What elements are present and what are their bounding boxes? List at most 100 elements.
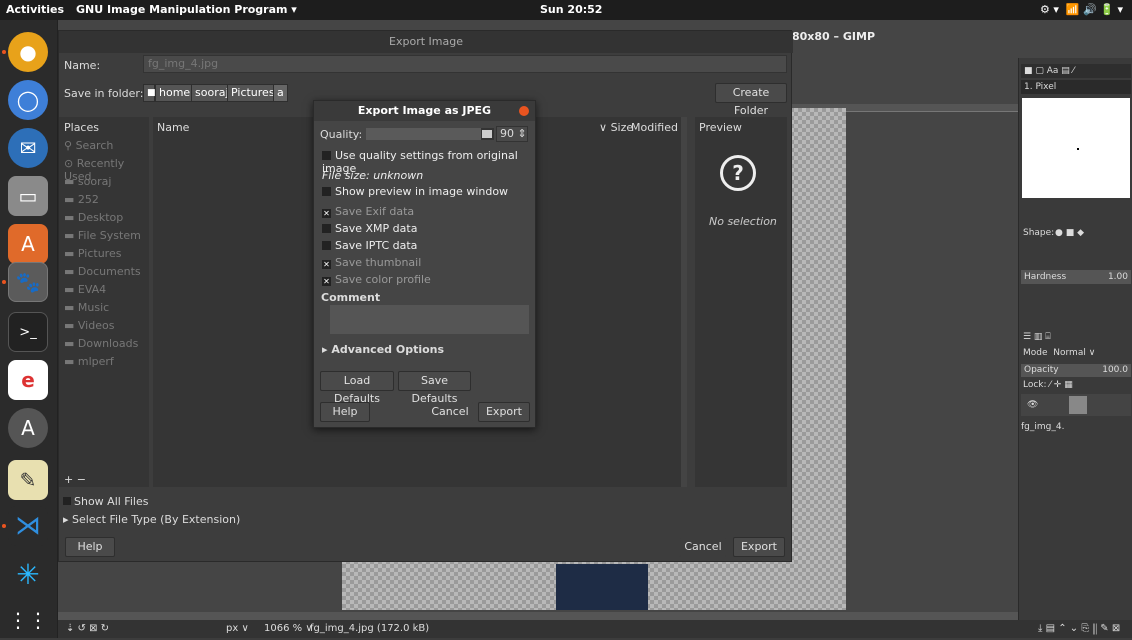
places-search[interactable]: ⚲ Search	[64, 139, 113, 152]
cancel-button[interactable]: Cancel	[679, 537, 727, 557]
path-home[interactable]: home	[155, 84, 195, 102]
thunderbird-icon[interactable]: ✉	[8, 128, 48, 168]
name-column-header[interactable]: Name	[157, 121, 189, 134]
show-apps-icon[interactable]: ⋮⋮	[8, 600, 48, 640]
hardness-value: 1.00	[1107, 272, 1128, 282]
quality-spinner[interactable]: 90 ⇕	[496, 126, 528, 142]
right-dock-panel: ■ ▢ Aa ▤ ⁄ 1. Pixel Shape: ● ■ ◆ Hardnes…	[1018, 58, 1132, 620]
jpeg-help-button[interactable]: Help	[320, 402, 370, 422]
preview-header: Preview	[699, 121, 742, 134]
places-downloads[interactable]: ▬ Downloads	[64, 337, 138, 350]
software-center-icon[interactable]: A	[8, 224, 48, 264]
layer-row[interactable]: 👁 fg_img_4.	[1021, 394, 1131, 432]
brush-name: 1. Pixel	[1021, 80, 1131, 94]
image-content	[556, 564, 648, 610]
chromium-icon[interactable]: ◯	[8, 80, 48, 120]
terminal-icon[interactable]: >_	[8, 312, 48, 352]
layer-name: fg_img_4.	[1021, 422, 1065, 432]
quality-slider-handle[interactable]	[482, 130, 492, 138]
system-tray-icons[interactable]: ⚙ ▾ 📶 🔊 🔋 ▾	[1040, 3, 1123, 16]
quality-value: 90	[500, 127, 514, 140]
brush-preview	[1022, 98, 1130, 198]
brush-tabs[interactable]: ■ ▢ Aa ▤ ⁄	[1021, 64, 1131, 78]
places-eva4[interactable]: ▬ EVA4	[64, 283, 106, 296]
path-pictures[interactable]: Pictures	[227, 84, 279, 102]
path-a[interactable]: a	[273, 84, 288, 102]
save-thumbnail-checkbox[interactable]: ✕ Save thumbnail	[322, 256, 421, 269]
show-preview-checkbox[interactable]: Show preview in image window	[322, 185, 508, 198]
export-button[interactable]: Export	[733, 537, 785, 557]
shape-options[interactable]: ● ■ ◆	[1055, 228, 1084, 238]
export-jpeg-dialog: Export Image as JPEG Quality: 90 ⇕ Use q…	[313, 100, 536, 428]
vscode-icon[interactable]: ⋊	[8, 506, 48, 546]
save-defaults-button[interactable]: Save Defaults	[398, 371, 471, 405]
places-pictures[interactable]: ▬ Pictures	[64, 247, 121, 260]
path-toggle-button[interactable]: ■	[143, 84, 156, 102]
files-icon[interactable]: ▭	[8, 176, 48, 216]
hardness-slider[interactable]: Hardness 1.00	[1021, 270, 1131, 284]
status-bar: ⇣ ↺ ⊠ ↻ px ∨ 1066 % ∨ fg_img_4.jpg (172.…	[58, 620, 1132, 638]
lock-row[interactable]: Lock: ⁄ ✛ ▦	[1023, 380, 1073, 390]
size-column-header[interactable]: ∨ Size	[599, 121, 633, 134]
places-filesystem[interactable]: ▬ File System	[64, 229, 141, 242]
text-editor-icon[interactable]: ✎	[8, 460, 48, 500]
places-desktop[interactable]: ▬ Desktop	[64, 211, 123, 224]
places-sooraj[interactable]: ▬ sooraj	[64, 175, 111, 188]
opacity-slider[interactable]: Opacity 100.0	[1021, 364, 1131, 377]
places-mlperf[interactable]: ▬ mlperf	[64, 355, 114, 368]
horizontal-scrollbar[interactable]	[58, 612, 1018, 620]
filename-input[interactable]: fg_img_4.jpg	[143, 55, 787, 73]
select-file-type-expander[interactable]: ▸ Select File Type (By Extension)	[63, 513, 240, 526]
places-252[interactable]: ▬ 252	[64, 193, 99, 206]
file-size-text: File size: unknown	[322, 169, 424, 182]
opacity-value: 100.0	[1102, 365, 1128, 375]
jpeg-export-button[interactable]: Export	[478, 402, 530, 422]
network-icon[interactable]: ✳	[8, 554, 48, 594]
unit-select[interactable]: px ∨	[226, 623, 249, 634]
activities-button[interactable]: Activities	[6, 3, 64, 16]
places-music[interactable]: ▬ Music	[64, 301, 109, 314]
jpeg-dialog-title: Export Image as JPEG	[314, 101, 535, 121]
save-exif-checkbox[interactable]: ✕ Save Exif data	[322, 205, 414, 218]
comment-label: Comment	[321, 291, 381, 304]
close-icon[interactable]	[519, 106, 529, 116]
gimp-icon[interactable]: 🐾	[8, 262, 48, 302]
chrome-icon[interactable]: ●	[8, 32, 48, 72]
show-all-files-checkbox[interactable]: Show All Files	[63, 495, 148, 508]
zoom-select[interactable]: 1066 % ∨	[264, 623, 313, 634]
create-folder-button[interactable]: Create Folder	[715, 83, 787, 117]
save-color-profile-checkbox[interactable]: ✕ Save color profile	[322, 273, 431, 286]
save-xmp-checkbox[interactable]: Save XMP data	[322, 222, 417, 235]
file-list-scrollbar[interactable]	[681, 117, 687, 487]
comment-textarea[interactable]	[330, 305, 529, 334]
app-menu[interactable]: GNU Image Manipulation Program ▾	[76, 3, 297, 16]
save-iptc-checkbox[interactable]: Save IPTC data	[322, 239, 417, 252]
add-remove-place-buttons[interactable]: + −	[64, 473, 86, 486]
bottom-right-icons[interactable]: ⤓ ▤ ⌃ ⌄ ⎘ ⫼ ✎ ⊠	[1038, 623, 1120, 634]
places-header: Places	[64, 121, 99, 134]
mode-label: Mode	[1023, 348, 1048, 358]
name-label: Name:	[64, 59, 101, 72]
load-defaults-button[interactable]: Load Defaults	[320, 371, 394, 405]
editor-icon[interactable]: e	[8, 360, 48, 400]
clock[interactable]: Sun 20:52	[540, 3, 602, 16]
gimp-window-title: 80x80 – GIMP	[792, 30, 875, 43]
help-button[interactable]: Help	[65, 537, 115, 557]
question-icon: ?	[720, 155, 756, 191]
status-tool-icons[interactable]: ⇣ ↺ ⊠ ↻	[66, 623, 109, 634]
mode-row[interactable]: Mode Normal ∨	[1023, 348, 1095, 358]
top-bar: Activities GNU Image Manipulation Progra…	[0, 0, 1132, 20]
file-info: fg_img_4.jpg (172.0 kB)	[310, 623, 430, 634]
layers-tabs[interactable]: ☰ ▥ ⌸	[1023, 332, 1051, 342]
updater-icon[interactable]: A	[8, 408, 48, 448]
quality-slider[interactable]	[366, 128, 494, 140]
places-documents[interactable]: ▬ Documents	[64, 265, 141, 278]
dialog-title: Export Image	[59, 31, 793, 53]
jpeg-cancel-button[interactable]: Cancel	[426, 402, 474, 422]
eye-icon[interactable]: 👁	[1027, 400, 1038, 410]
places-videos[interactable]: ▬ Videos	[64, 319, 114, 332]
advanced-options-expander[interactable]: ▸ Advanced Options	[322, 343, 444, 356]
preview-panel: Preview ? No selection	[695, 117, 787, 487]
modified-column-header[interactable]: Modified	[631, 121, 678, 134]
mode-select[interactable]: Normal ∨	[1053, 348, 1095, 358]
